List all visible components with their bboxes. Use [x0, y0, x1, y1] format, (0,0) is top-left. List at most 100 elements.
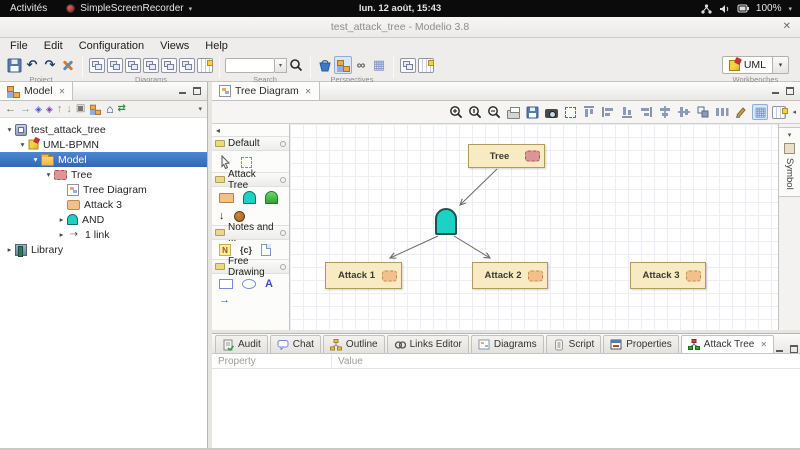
- drawer-pin-icon[interactable]: [280, 230, 286, 236]
- column-property[interactable]: Property: [212, 354, 332, 368]
- tab-chat[interactable]: Chat: [270, 335, 321, 353]
- model-view-button[interactable]: [334, 56, 352, 74]
- sequence-diagram-button[interactable]: [179, 58, 195, 73]
- paint-bucket-button[interactable]: [316, 56, 334, 74]
- align-top-button[interactable]: [581, 104, 597, 120]
- menu-help[interactable]: Help: [197, 40, 236, 52]
- palette-section-notes[interactable]: Notes and ...: [212, 225, 289, 240]
- minimize-button[interactable]: [179, 87, 187, 95]
- tree-row-project[interactable]: ▾ test_attack_tree: [0, 122, 207, 137]
- move-up-button[interactable]: ↑: [57, 104, 63, 115]
- tab-script[interactable]: Script: [546, 335, 602, 353]
- tree-layout-button[interactable]: [90, 104, 101, 114]
- drawer-pin-icon[interactable]: [280, 141, 286, 147]
- tab-symbol[interactable]: ▾ Symbol: [779, 127, 800, 197]
- toggle-grid-button[interactable]: ▦: [752, 104, 768, 120]
- palette-section-free-drawing[interactable]: Free Drawing: [212, 259, 289, 274]
- next-selection-button[interactable]: ◈: [46, 105, 53, 114]
- expander-icon[interactable]: ▾: [17, 140, 28, 149]
- ellipse-tool[interactable]: [242, 279, 256, 289]
- align-right-button[interactable]: [638, 104, 654, 120]
- state-diagram-button[interactable]: [125, 58, 141, 73]
- drawer-pin-icon[interactable]: [280, 264, 286, 270]
- forward-button[interactable]: →: [20, 104, 31, 115]
- distribute-button[interactable]: [714, 104, 730, 120]
- note-tool[interactable]: N: [219, 244, 231, 256]
- diagram-editor-button[interactable]: [400, 58, 416, 73]
- center-horizontal-button[interactable]: [676, 104, 692, 120]
- snapshot-button[interactable]: [543, 104, 559, 120]
- minimize-button[interactable]: [772, 87, 780, 95]
- links-view-button[interactable]: ∞: [352, 56, 370, 74]
- node-attack-2[interactable]: Attack 2: [472, 262, 548, 289]
- search-button[interactable]: [287, 56, 305, 74]
- close-icon[interactable]: ✕: [305, 87, 312, 96]
- tab-diagrams[interactable]: Diagrams: [471, 335, 544, 353]
- back-button[interactable]: ←: [5, 104, 16, 115]
- node-attack-3[interactable]: Attack 3: [630, 262, 706, 289]
- and-gate-tool[interactable]: [243, 191, 256, 204]
- menu-views[interactable]: Views: [152, 40, 197, 52]
- rectangle-tool[interactable]: [219, 279, 233, 289]
- counter-measure-tool[interactable]: [234, 211, 245, 222]
- and-gate-node[interactable]: [435, 208, 457, 235]
- grid-view-button[interactable]: ▦: [370, 56, 388, 74]
- marquee-tool[interactable]: [241, 157, 252, 168]
- palette-section-default[interactable]: Default: [212, 136, 289, 151]
- window-title-bar[interactable]: test_attack_tree - Modelio 3.8 ✕: [0, 17, 800, 38]
- node-attack-1[interactable]: Attack 1: [325, 262, 402, 289]
- align-bottom-button[interactable]: [619, 104, 635, 120]
- diagram-canvas[interactable]: Tree Attack 1 Attack 2 Attack 3: [290, 124, 778, 330]
- property-table-body[interactable]: [212, 369, 800, 446]
- center-vertical-button[interactable]: [657, 104, 673, 120]
- move-down-button[interactable]: ↓: [66, 104, 72, 115]
- menu-configuration[interactable]: Configuration: [71, 40, 152, 52]
- or-gate-tool[interactable]: [265, 191, 278, 204]
- search-input[interactable]: [225, 58, 275, 73]
- tab-tree-diagram[interactable]: Tree Diagram ✕: [212, 82, 320, 100]
- tab-outline[interactable]: Outline: [323, 335, 385, 353]
- zoom-actual-button[interactable]: [467, 104, 483, 120]
- node-tree[interactable]: Tree: [468, 144, 545, 168]
- tree-row-library[interactable]: ▸ Library: [0, 242, 207, 257]
- system-tray[interactable]: 100% ▾: [701, 3, 800, 14]
- duplicate-view-button[interactable]: ▣: [76, 104, 85, 114]
- close-icon[interactable]: ✕: [59, 87, 66, 96]
- home-button[interactable]: ⌂: [106, 103, 113, 115]
- column-value[interactable]: Value: [332, 356, 363, 367]
- minimize-button[interactable]: [776, 345, 784, 353]
- drawer-pin-icon[interactable]: [280, 177, 286, 183]
- tree-row-and[interactable]: ▸ AND: [0, 212, 207, 227]
- previous-selection-button[interactable]: ◈: [35, 105, 42, 114]
- tab-model[interactable]: Model ✕: [0, 82, 73, 100]
- tree-row-uml-bpmn[interactable]: ▾ UML-BPMN: [0, 137, 207, 152]
- tab-properties[interactable]: Properties: [603, 335, 679, 353]
- search-dropdown-button[interactable]: ▾: [275, 58, 287, 73]
- workbench-selector[interactable]: UML: [722, 56, 773, 74]
- line-tool[interactable]: →: [219, 294, 230, 306]
- tools-button[interactable]: [59, 56, 77, 74]
- save-diagram-button[interactable]: [524, 104, 540, 120]
- constraint-tool[interactable]: {c}: [240, 245, 252, 255]
- text-tool[interactable]: A: [265, 278, 273, 290]
- same-size-button[interactable]: [695, 104, 711, 120]
- view-menu-button[interactable]: ▾: [198, 105, 202, 113]
- refresh-tree-button[interactable]: ⇄: [118, 104, 126, 114]
- rich-note-tool[interactable]: [261, 244, 271, 256]
- undo-button[interactable]: ↶: [23, 56, 41, 74]
- select-tool[interactable]: [219, 155, 232, 169]
- maximize-button[interactable]: [790, 345, 798, 353]
- table-editor-button[interactable]: [418, 58, 434, 73]
- save-button[interactable]: [5, 56, 23, 74]
- align-left-button[interactable]: [600, 104, 616, 120]
- palette-section-attack-tree[interactable]: Attack Tree: [212, 172, 289, 187]
- page-setup-button[interactable]: [771, 104, 787, 120]
- menu-file[interactable]: File: [2, 40, 36, 52]
- expander-icon[interactable]: ▸: [4, 245, 15, 254]
- tab-attack-tree[interactable]: Attack Tree ✕: [681, 335, 774, 353]
- tree-row-tree-diagram[interactable]: Tree Diagram: [0, 182, 207, 197]
- activities-button[interactable]: Activités: [10, 3, 47, 14]
- tree-row-link[interactable]: ▸ ⇢ 1 link: [0, 227, 207, 242]
- matrix-button[interactable]: [197, 58, 213, 73]
- tree-row-attack-3[interactable]: Attack 3: [0, 197, 207, 212]
